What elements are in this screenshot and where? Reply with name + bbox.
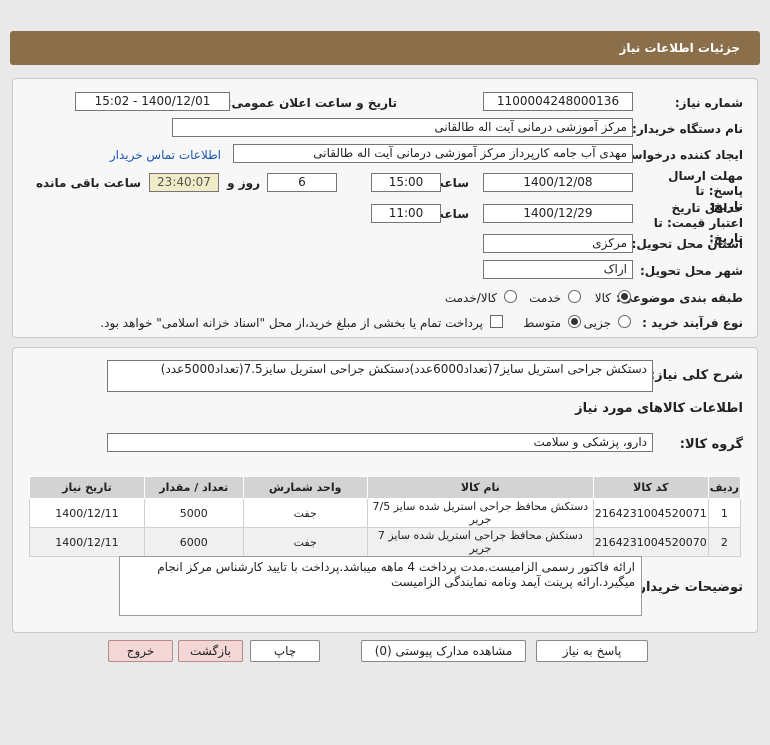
table-cell: 6000 <box>143 527 244 557</box>
table-cell: دستکش محافظ جراحی استریل شده سایز 7/5 جر… <box>366 498 594 528</box>
reply-button[interactable]: پاسخ به نیاز <box>536 640 648 662</box>
table-cell: 1400/12/11 <box>29 498 145 528</box>
process-minor-label: جزیی <box>583 316 611 330</box>
table-cell: 2164231004520070 <box>592 527 709 557</box>
table-cell: جفت <box>242 527 368 557</box>
process-minor-radio[interactable] <box>618 315 631 328</box>
page-title: جزئیات اطلاعات نیاز <box>619 41 740 55</box>
buyer-org-label: نام دستگاه خریدار: <box>632 122 743 136</box>
table-cell: دستکش محافظ جراحی استریل شده سایز 7 جریر <box>366 527 594 557</box>
announce-datetime-field: 1400/12/01 - 15:02 <box>75 92 230 111</box>
back-button[interactable]: بازگشت <box>178 640 243 662</box>
goods-info-title: اطلاعات کالاهای مورد نیاز <box>575 401 743 416</box>
buyer-org-field: مرکز آموزشی درمانی آیت اله طالقانی <box>172 118 633 137</box>
category-goods-service-label: کالا/خدمت <box>444 291 497 305</box>
creator-field: مهدی آب جامه کارپرداز مرکز آموزشی درمانی… <box>233 144 633 163</box>
table-cell: 2 <box>707 527 742 557</box>
purchase-process-label: نوع فرآیند خرید : <box>642 316 743 330</box>
need-details-panel: شرح کلی نیاز: دستکش جراحی استریل سایز7(ت… <box>12 347 758 633</box>
delivery-province-field: مرکزی <box>483 234 633 253</box>
category-goods-service-radio[interactable] <box>504 290 517 303</box>
remaining-label: ساعت باقی مانده <box>35 176 141 190</box>
col-qty: تعداد / مقدار <box>143 476 244 499</box>
col-row: ردیف <box>707 476 742 499</box>
category-label: طبقه بندی موضوعی: <box>615 291 743 305</box>
general-desc-field: دستکش جراحی استریل سایز7(تعداد6000عدد)دس… <box>107 360 653 392</box>
attachments-button[interactable]: مشاهده مدارک پیوستی (0) <box>361 640 526 662</box>
buyer-notes-field: ارائه فاکتور رسمی الزامیست.مدت پرداخت 4 … <box>119 556 642 616</box>
delivery-city-label: شهر محل تحویل: <box>639 264 743 278</box>
send-deadline-time: 15:00 <box>371 173 441 192</box>
remaining-days: 6 <box>267 173 337 192</box>
category-service-label: خدمت <box>529 291 561 305</box>
price-validity-time: 11:00 <box>371 204 441 223</box>
price-validity-date: 1400/12/29 <box>483 204 633 223</box>
announce-datetime-label: تاریخ و ساعت اعلان عمومی: <box>226 96 397 110</box>
page-header: جزئیات اطلاعات نیاز <box>10 31 760 65</box>
col-name: نام کالا <box>366 476 594 499</box>
goods-group-field: دارو، پزشکی و سلامت <box>107 433 653 452</box>
process-medium-label: متوسط <box>523 316 561 330</box>
table-cell: 5000 <box>143 498 244 528</box>
process-medium-radio[interactable] <box>568 315 581 328</box>
send-deadline-date: 1400/12/08 <box>483 173 633 192</box>
remaining-time: 23:40:07 <box>149 173 219 192</box>
col-date: تاریخ نیاز <box>29 476 145 499</box>
general-desc-label: شرح کلی نیاز: <box>649 368 743 383</box>
need-info-panel: شماره نیاز: 1100004248000136 تاریخ و ساع… <box>12 78 758 338</box>
goods-table: ردیف کد کالا نام کالا واحد شمارش تعداد /… <box>29 476 742 557</box>
delivery-province-label: استان محل تحویل: <box>631 237 743 251</box>
table-cell: جفت <box>242 498 368 528</box>
category-goods-radio[interactable] <box>618 290 631 303</box>
table-cell: 1400/12/11 <box>29 527 145 557</box>
col-code: کد کالا <box>592 476 709 499</box>
goods-group-label: گروه کالا: <box>679 437 743 452</box>
need-number-label: شماره نیاز: <box>674 96 743 110</box>
treasury-checkbox[interactable] <box>490 315 503 328</box>
print-button[interactable]: چاپ <box>250 640 320 662</box>
table-row: 2 2164231004520070 دستکش محافظ جراحی است… <box>29 527 742 557</box>
buyer-contact-link[interactable]: اطلاعات تماس خریدار <box>110 148 221 162</box>
table-cell: 1 <box>707 498 742 528</box>
category-service-radio[interactable] <box>568 290 581 303</box>
need-number-field: 1100004248000136 <box>483 92 633 111</box>
table-row: 1 2164231004520071 دستکش محافظ جراحی است… <box>29 498 742 528</box>
exit-button[interactable]: خروج <box>108 640 173 662</box>
treasury-note: پرداخت تمام یا بخشی از مبلغ خرید،از محل … <box>100 316 483 330</box>
table-cell: 2164231004520071 <box>592 498 709 528</box>
col-unit: واحد شمارش <box>242 476 368 499</box>
category-goods-label: کالا <box>594 291 611 305</box>
buyer-notes-label: توضیحات خریدار: <box>633 580 743 595</box>
delivery-city-field: اراک <box>483 260 633 279</box>
days-label: روز و <box>227 176 260 190</box>
